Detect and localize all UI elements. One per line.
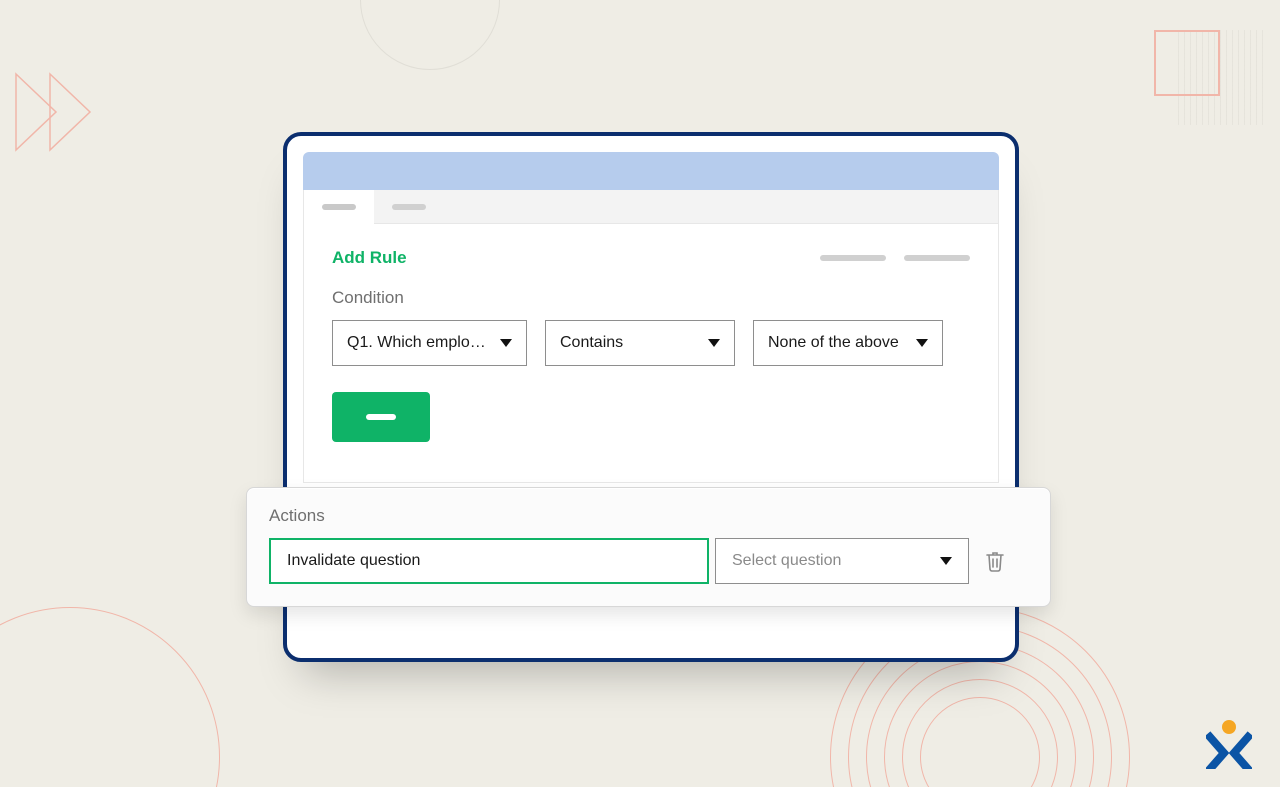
button-placeholder-label (366, 414, 396, 420)
condition-value-select[interactable]: None of the above (753, 320, 943, 366)
condition-operator-select[interactable]: Contains (545, 320, 735, 366)
window-titlebar (303, 152, 999, 190)
decorative-arrows (8, 62, 108, 162)
condition-section-label: Condition (332, 288, 970, 308)
caret-down-icon (500, 339, 512, 347)
brand-logo (1206, 719, 1252, 769)
action-type-value: Invalidate question (287, 552, 420, 570)
tab-active[interactable] (304, 190, 374, 224)
toolbar-placeholders (820, 255, 970, 261)
condition-row: Q1. Which employ... Contains None of the… (332, 320, 970, 366)
trash-icon (985, 550, 1005, 572)
action-question-select[interactable]: Select question (715, 538, 969, 584)
condition-question-value: Q1. Which employ... (347, 334, 488, 352)
action-type-select[interactable]: Invalidate question (269, 538, 709, 584)
decorative-square (1154, 30, 1220, 96)
caret-down-icon (916, 339, 928, 347)
condition-question-select[interactable]: Q1. Which employ... (332, 320, 527, 366)
caret-down-icon (708, 339, 720, 347)
content-panel: Add Rule Condition Q1. Which employ... C… (303, 224, 999, 483)
action-question-placeholder: Select question (732, 552, 841, 570)
delete-action-button[interactable] (975, 538, 1015, 584)
tab-inactive[interactable] (374, 190, 444, 224)
condition-value-value: None of the above (768, 334, 899, 352)
actions-panel: Actions Invalidate question Select quest… (246, 487, 1051, 607)
condition-operator-value: Contains (560, 334, 623, 352)
decorative-circle (0, 607, 220, 787)
decorative-circle (360, 0, 500, 70)
actions-section-label: Actions (269, 506, 1028, 526)
caret-down-icon (940, 557, 952, 565)
add-condition-button[interactable] (332, 392, 430, 442)
tab-bar (303, 190, 999, 224)
add-rule-heading: Add Rule (332, 248, 407, 268)
